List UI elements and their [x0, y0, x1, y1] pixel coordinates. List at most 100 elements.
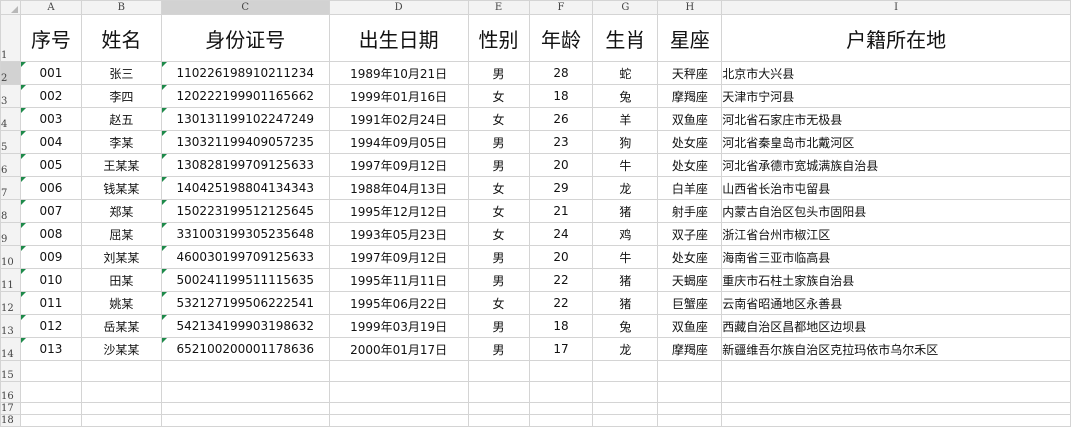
header-cell[interactable]: 生肖	[592, 14, 659, 62]
cell-name[interactable]: 田某	[80, 268, 162, 292]
cell-zodiac[interactable]: 牛	[592, 153, 659, 177]
empty-cell[interactable]	[528, 381, 594, 403]
cell-age[interactable]: 20	[528, 153, 594, 177]
cell-zodiac[interactable]: 猪	[592, 268, 659, 292]
cell-seq[interactable]: 013	[19, 337, 82, 361]
cell-star-sign[interactable]: 双鱼座	[657, 314, 723, 338]
cell-star-sign[interactable]: 处女座	[657, 245, 723, 269]
cell-household-address[interactable]: 重庆市石柱土家族自治县	[721, 268, 1071, 292]
cell-zodiac[interactable]: 兔	[592, 314, 659, 338]
cell-household-address[interactable]: 西藏自治区昌都地区边坝县	[721, 314, 1071, 338]
header-cell[interactable]: 性别	[467, 14, 530, 62]
cell-id-number[interactable]: 110226198910211234	[160, 61, 330, 85]
cell-birth-date[interactable]: 1997年09月12日	[328, 153, 469, 177]
cell-id-number[interactable]: 652100200001178636	[160, 337, 330, 361]
row-header[interactable]: 7	[0, 176, 21, 200]
cell-name[interactable]: 刘某某	[80, 245, 162, 269]
empty-cell[interactable]	[592, 381, 659, 403]
cell-seq[interactable]: 004	[19, 130, 82, 154]
empty-cell[interactable]	[592, 360, 659, 382]
cell-age[interactable]: 20	[528, 245, 594, 269]
cell-gender[interactable]: 男	[467, 153, 530, 177]
empty-cell[interactable]	[328, 414, 469, 427]
cell-age[interactable]: 17	[528, 337, 594, 361]
cell-gender[interactable]: 女	[467, 222, 530, 246]
cell-zodiac[interactable]: 猪	[592, 199, 659, 223]
row-header[interactable]: 10	[0, 245, 21, 269]
row-header[interactable]: 15	[0, 360, 21, 382]
cell-star-sign[interactable]: 双鱼座	[657, 107, 723, 131]
column-header-f[interactable]: F	[528, 0, 594, 15]
empty-cell[interactable]	[657, 381, 723, 403]
cell-seq[interactable]: 009	[19, 245, 82, 269]
cell-id-number[interactable]: 130828199709125633	[160, 153, 330, 177]
cell-star-sign[interactable]: 巨蟹座	[657, 291, 723, 315]
cell-household-address[interactable]: 河北省秦皇岛市北戴河区	[721, 130, 1071, 154]
cell-gender[interactable]: 男	[467, 314, 530, 338]
empty-cell[interactable]	[328, 402, 469, 415]
empty-cell[interactable]	[328, 360, 469, 382]
cell-gender[interactable]: 男	[467, 337, 530, 361]
cell-age[interactable]: 29	[528, 176, 594, 200]
row-header[interactable]: 13	[0, 314, 21, 338]
empty-cell[interactable]	[19, 414, 82, 427]
cell-seq[interactable]: 006	[19, 176, 82, 200]
cell-seq[interactable]: 001	[19, 61, 82, 85]
cell-id-number[interactable]: 532127199506222541	[160, 291, 330, 315]
cell-seq[interactable]: 007	[19, 199, 82, 223]
cell-household-address[interactable]: 河北省承德市宽城满族自治县	[721, 153, 1071, 177]
cell-name[interactable]: 赵五	[80, 107, 162, 131]
cell-name[interactable]: 李某	[80, 130, 162, 154]
cell-gender[interactable]: 女	[467, 84, 530, 108]
empty-cell[interactable]	[528, 360, 594, 382]
header-cell[interactable]: 户籍所在地	[721, 14, 1071, 62]
row-header[interactable]: 2	[0, 61, 21, 85]
empty-cell[interactable]	[160, 381, 330, 403]
cell-zodiac[interactable]: 蛇	[592, 61, 659, 85]
cell-name[interactable]: 沙某某	[80, 337, 162, 361]
cell-birth-date[interactable]: 1991年02月24日	[328, 107, 469, 131]
column-header-a[interactable]: A	[19, 0, 82, 15]
cell-name[interactable]: 张三	[80, 61, 162, 85]
row-header[interactable]: 1	[0, 14, 21, 62]
cell-id-number[interactable]: 331003199305235648	[160, 222, 330, 246]
cell-name[interactable]: 屈某	[80, 222, 162, 246]
cell-zodiac[interactable]: 兔	[592, 84, 659, 108]
cell-age[interactable]: 22	[528, 291, 594, 315]
cell-zodiac[interactable]: 狗	[592, 130, 659, 154]
cell-gender[interactable]: 女	[467, 176, 530, 200]
cell-household-address[interactable]: 北京市大兴县	[721, 61, 1071, 85]
row-header[interactable]: 11	[0, 268, 21, 292]
cell-age[interactable]: 18	[528, 314, 594, 338]
cell-seq[interactable]: 003	[19, 107, 82, 131]
empty-cell[interactable]	[657, 402, 723, 415]
cell-birth-date[interactable]: 1994年09月05日	[328, 130, 469, 154]
cell-name[interactable]: 王某某	[80, 153, 162, 177]
empty-cell[interactable]	[160, 414, 330, 427]
cell-household-address[interactable]: 浙江省台州市椒江区	[721, 222, 1071, 246]
cell-name[interactable]: 姚某	[80, 291, 162, 315]
cell-seq[interactable]: 012	[19, 314, 82, 338]
empty-cell[interactable]	[160, 360, 330, 382]
empty-cell[interactable]	[528, 414, 594, 427]
empty-cell[interactable]	[80, 402, 162, 415]
row-header[interactable]: 4	[0, 107, 21, 131]
empty-cell[interactable]	[80, 381, 162, 403]
empty-cell[interactable]	[467, 360, 530, 382]
cell-zodiac[interactable]: 羊	[592, 107, 659, 131]
cell-birth-date[interactable]: 1993年05月23日	[328, 222, 469, 246]
cell-gender[interactable]: 女	[467, 291, 530, 315]
cell-gender[interactable]: 女	[467, 199, 530, 223]
cell-star-sign[interactable]: 白羊座	[657, 176, 723, 200]
cell-age[interactable]: 18	[528, 84, 594, 108]
cell-id-number[interactable]: 542134199903198632	[160, 314, 330, 338]
cell-gender[interactable]: 男	[467, 61, 530, 85]
cell-star-sign[interactable]: 天蝎座	[657, 268, 723, 292]
cell-id-number[interactable]: 130131199102247249	[160, 107, 330, 131]
cell-id-number[interactable]: 120222199901165662	[160, 84, 330, 108]
cell-age[interactable]: 26	[528, 107, 594, 131]
header-cell[interactable]: 身份证号	[160, 14, 330, 62]
empty-cell[interactable]	[80, 360, 162, 382]
row-header[interactable]: 3	[0, 84, 21, 108]
cell-id-number[interactable]: 150223199512125645	[160, 199, 330, 223]
